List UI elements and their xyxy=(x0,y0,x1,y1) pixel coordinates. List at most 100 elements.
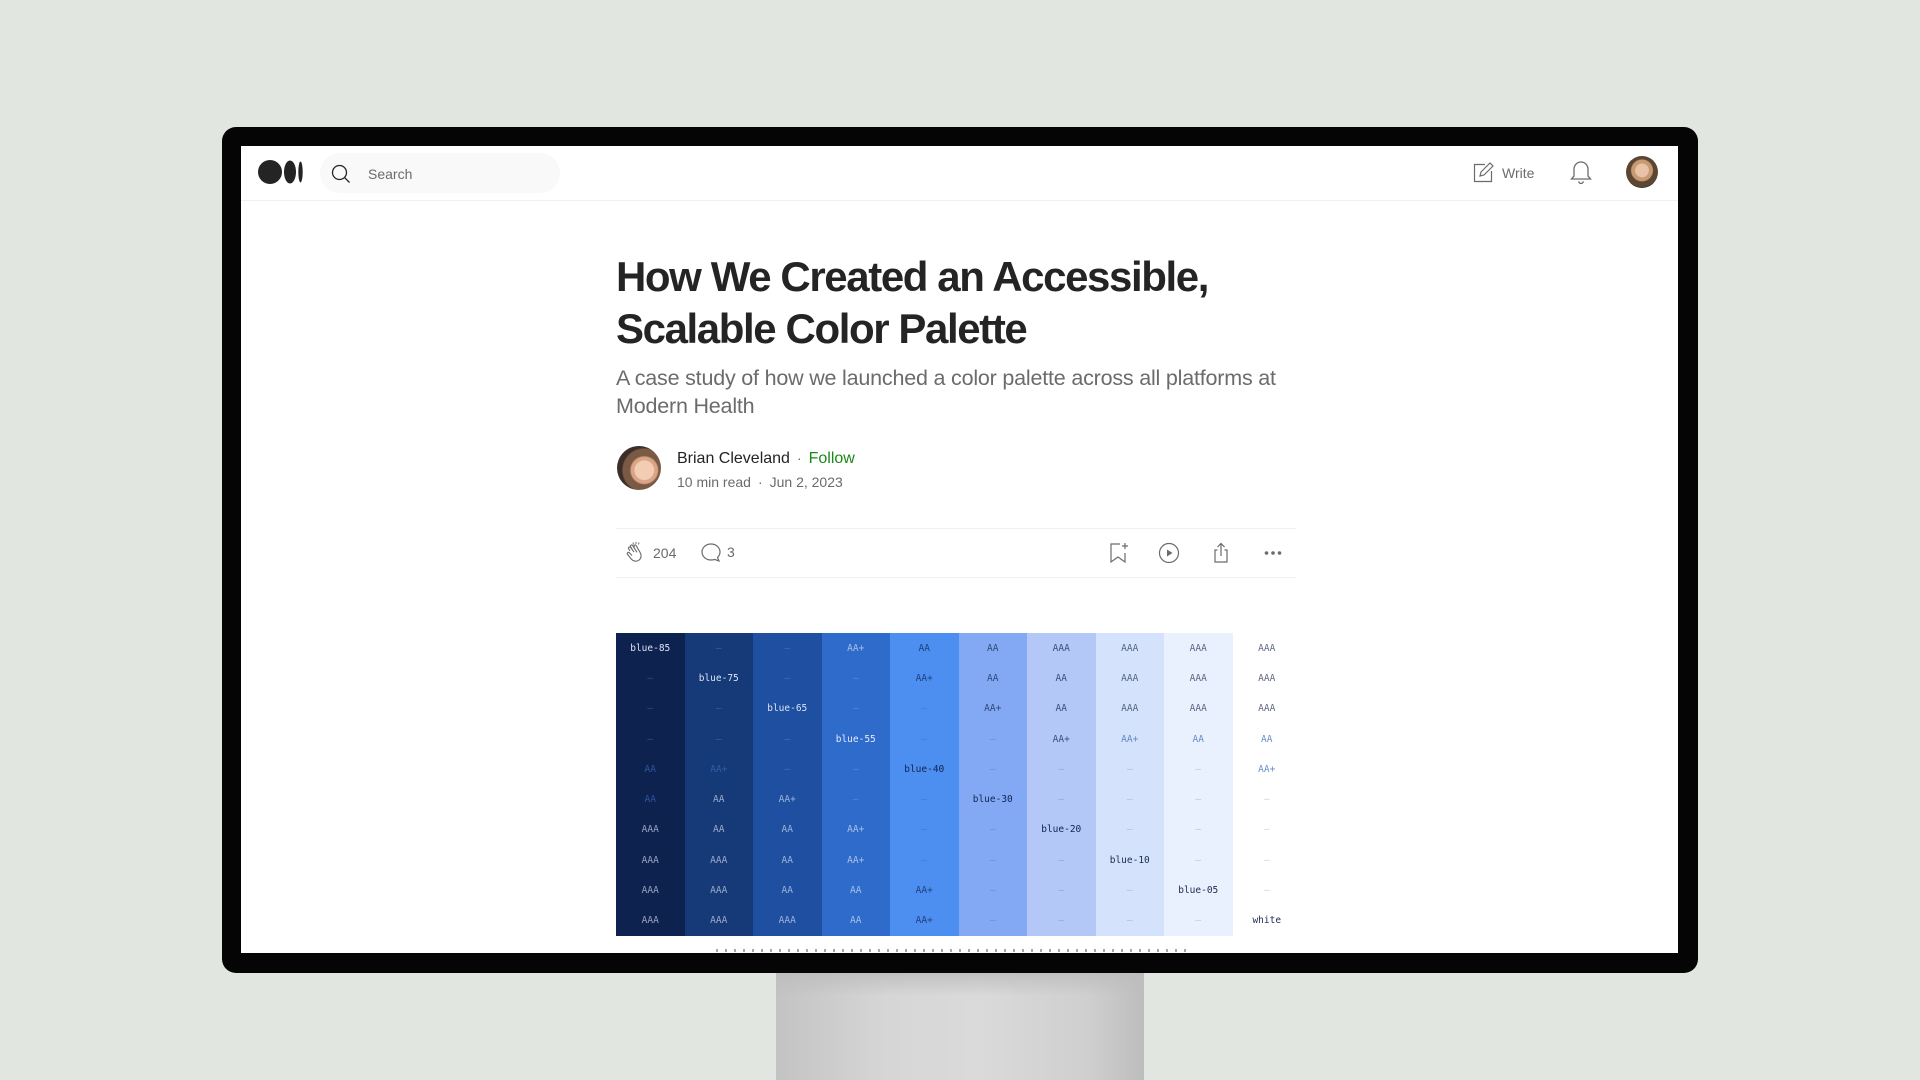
contrast-rating: – xyxy=(1126,763,1133,775)
palette-swatch-label: blue-75 xyxy=(698,672,739,684)
image-caption xyxy=(716,949,1186,952)
contrast-rating: AAA xyxy=(1258,642,1276,654)
read-time: 10 min read xyxy=(677,474,751,490)
contrast-rating: AAA xyxy=(641,824,659,836)
contrast-rating: AA xyxy=(781,885,793,897)
clap-count: 204 xyxy=(653,545,677,561)
bookmark-add-icon[interactable] xyxy=(1106,541,1130,565)
palette-column-blue-55: AA+ – – blue-55 – – AA+ AA+ AA AA xyxy=(821,633,890,936)
contrast-rating: – xyxy=(1058,885,1065,897)
author-avatar[interactable] xyxy=(617,446,661,490)
contrast-rating: AA+ xyxy=(915,885,933,897)
write-button[interactable]: Write xyxy=(1472,161,1534,185)
contrast-rating: – xyxy=(1195,854,1202,866)
contrast-rating: AA xyxy=(918,642,930,654)
palette-swatch-label: blue-10 xyxy=(1109,854,1150,866)
response-count: 3 xyxy=(727,544,735,560)
palette-column-blue-75: – blue-75– – AA+ AA AA AAA AAA AAA xyxy=(684,633,753,936)
contrast-rating: – xyxy=(647,703,654,715)
contrast-rating: – xyxy=(852,703,859,715)
contrast-rating: – xyxy=(1058,794,1065,806)
contrast-rating: – xyxy=(1263,854,1270,866)
contrast-rating: – xyxy=(1263,885,1270,897)
contrast-rating: AA+ xyxy=(710,763,728,775)
follow-button[interactable]: Follow xyxy=(809,450,855,468)
contrast-rating: AA xyxy=(781,824,793,836)
palette-column-blue-10: AAA AAA AAA AA+ – – – blue-10 – – xyxy=(1095,633,1164,936)
publish-date: Jun 2, 2023 xyxy=(769,474,843,490)
contrast-rating: – xyxy=(989,915,996,927)
search-bar[interactable] xyxy=(320,153,560,195)
contrast-rating: AAA xyxy=(710,915,728,927)
palette-swatch-label: blue-20 xyxy=(1041,824,1082,836)
write-icon xyxy=(1473,162,1494,183)
top-nav: Write xyxy=(241,146,1678,201)
user-avatar[interactable] xyxy=(1626,156,1658,188)
contrast-rating: AAA xyxy=(710,885,728,897)
palette-swatch-label: blue-85 xyxy=(630,642,671,654)
contrast-rating: AAA xyxy=(1189,642,1207,654)
contrast-rating: AAA xyxy=(641,915,659,927)
clap-button[interactable]: 204 xyxy=(624,541,676,565)
contrast-rating: – xyxy=(784,763,791,775)
contrast-rating: AA+ xyxy=(915,915,933,927)
separator-dot: · xyxy=(757,474,763,490)
comment-icon xyxy=(701,543,721,563)
contrast-rating: AA+ xyxy=(847,854,865,866)
contrast-rating: AAA xyxy=(1121,672,1139,684)
write-label: Write xyxy=(1502,165,1535,181)
medium-logo[interactable] xyxy=(258,159,304,185)
palette-column-blue-20: AAA AA AA AA+ – – blue-20– – – xyxy=(1027,633,1096,936)
search-icon xyxy=(331,164,350,183)
contrast-rating: AA xyxy=(644,794,656,806)
contrast-rating: AA+ xyxy=(1121,733,1139,745)
contrast-rating: AA xyxy=(781,854,793,866)
contrast-rating: – xyxy=(784,672,791,684)
notifications-bell-icon[interactable] xyxy=(1569,160,1593,186)
contrast-rating: – xyxy=(989,885,996,897)
contrast-rating: – xyxy=(921,703,928,715)
listen-play-icon[interactable] xyxy=(1157,541,1181,565)
contrast-rating: AA+ xyxy=(1052,733,1070,745)
contrast-rating: – xyxy=(715,642,722,654)
contrast-rating: – xyxy=(852,763,859,775)
contrast-rating: – xyxy=(1058,763,1065,775)
palette-swatch-label: blue-55 xyxy=(835,733,876,745)
contrast-rating: AA+ xyxy=(847,824,865,836)
contrast-rating: AA xyxy=(987,642,999,654)
contrast-rating: – xyxy=(921,824,928,836)
palette-column-blue-30: AA AA AA+ – – blue-30 – – – – xyxy=(958,633,1027,936)
contrast-rating: – xyxy=(921,733,928,745)
contrast-rating: – xyxy=(1195,794,1202,806)
contrast-rating: – xyxy=(852,672,859,684)
contrast-rating: – xyxy=(784,642,791,654)
more-options-icon[interactable] xyxy=(1261,541,1285,565)
contrast-rating: AAA xyxy=(1121,642,1139,654)
contrast-rating: – xyxy=(1263,824,1270,836)
contrast-rating: AA+ xyxy=(847,642,865,654)
contrast-rating: AAA xyxy=(710,854,728,866)
contrast-rating: AA xyxy=(713,824,725,836)
color-palette-image: blue-85– – – AA AA AAA AAA AAA AAA – blue-75– – AA+ A… xyxy=(616,633,1301,936)
contrast-rating: – xyxy=(1195,824,1202,836)
contrast-rating: AAA xyxy=(1189,703,1207,715)
article-meta: 10 min read · Jun 2, 2023 xyxy=(677,474,843,490)
contrast-rating: AAA xyxy=(1189,672,1207,684)
search-input[interactable] xyxy=(366,153,550,195)
contrast-rating: AAA xyxy=(1258,703,1276,715)
palette-column-blue-85: blue-85– – – AA AA AAA AAA AAA AAA xyxy=(616,633,685,936)
contrast-rating: AA+ xyxy=(778,794,796,806)
contrast-rating: – xyxy=(1126,824,1133,836)
monitor-stand xyxy=(776,970,1144,1080)
browser-screen: Write How We Created an Accessible, Scal… xyxy=(241,146,1678,953)
contrast-rating: AAA xyxy=(1121,703,1139,715)
responses-button[interactable]: 3 xyxy=(700,541,735,563)
author-line: Brian Cleveland · Follow xyxy=(677,450,855,468)
contrast-rating: – xyxy=(1126,915,1133,927)
author-name[interactable]: Brian Cleveland xyxy=(677,450,790,468)
contrast-rating: – xyxy=(989,733,996,745)
share-icon[interactable] xyxy=(1209,541,1233,565)
contrast-rating: – xyxy=(715,733,722,745)
palette-swatch-label: blue-05 xyxy=(1178,885,1219,897)
palette-column-white: AAA AAA AAA AA AA+ – – – – white xyxy=(1232,633,1301,936)
